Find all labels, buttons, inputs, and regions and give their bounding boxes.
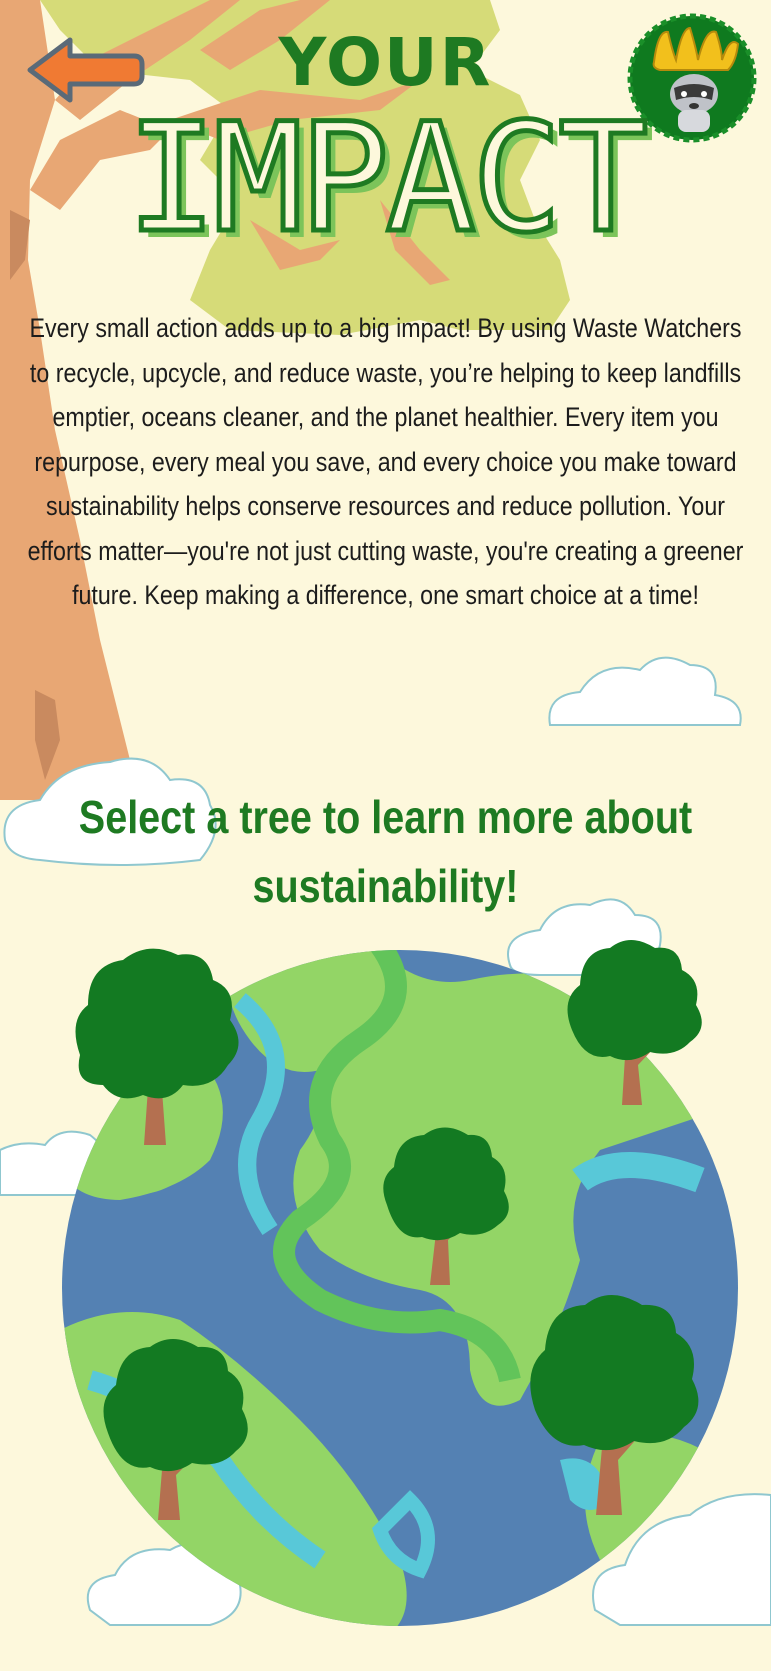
page-title-line1: YOUR xyxy=(278,24,493,101)
select-tree-heading-line2: sustainability! xyxy=(252,860,519,912)
page-title-line2: IMPACT xyxy=(124,92,651,266)
select-tree-heading: Select a tree to learn more about sustai… xyxy=(54,783,717,921)
earth-globe xyxy=(62,940,738,1626)
select-tree-heading-line1: Select a tree to learn more about xyxy=(78,791,693,843)
impact-description: Every small action adds up to a big impa… xyxy=(27,313,744,610)
